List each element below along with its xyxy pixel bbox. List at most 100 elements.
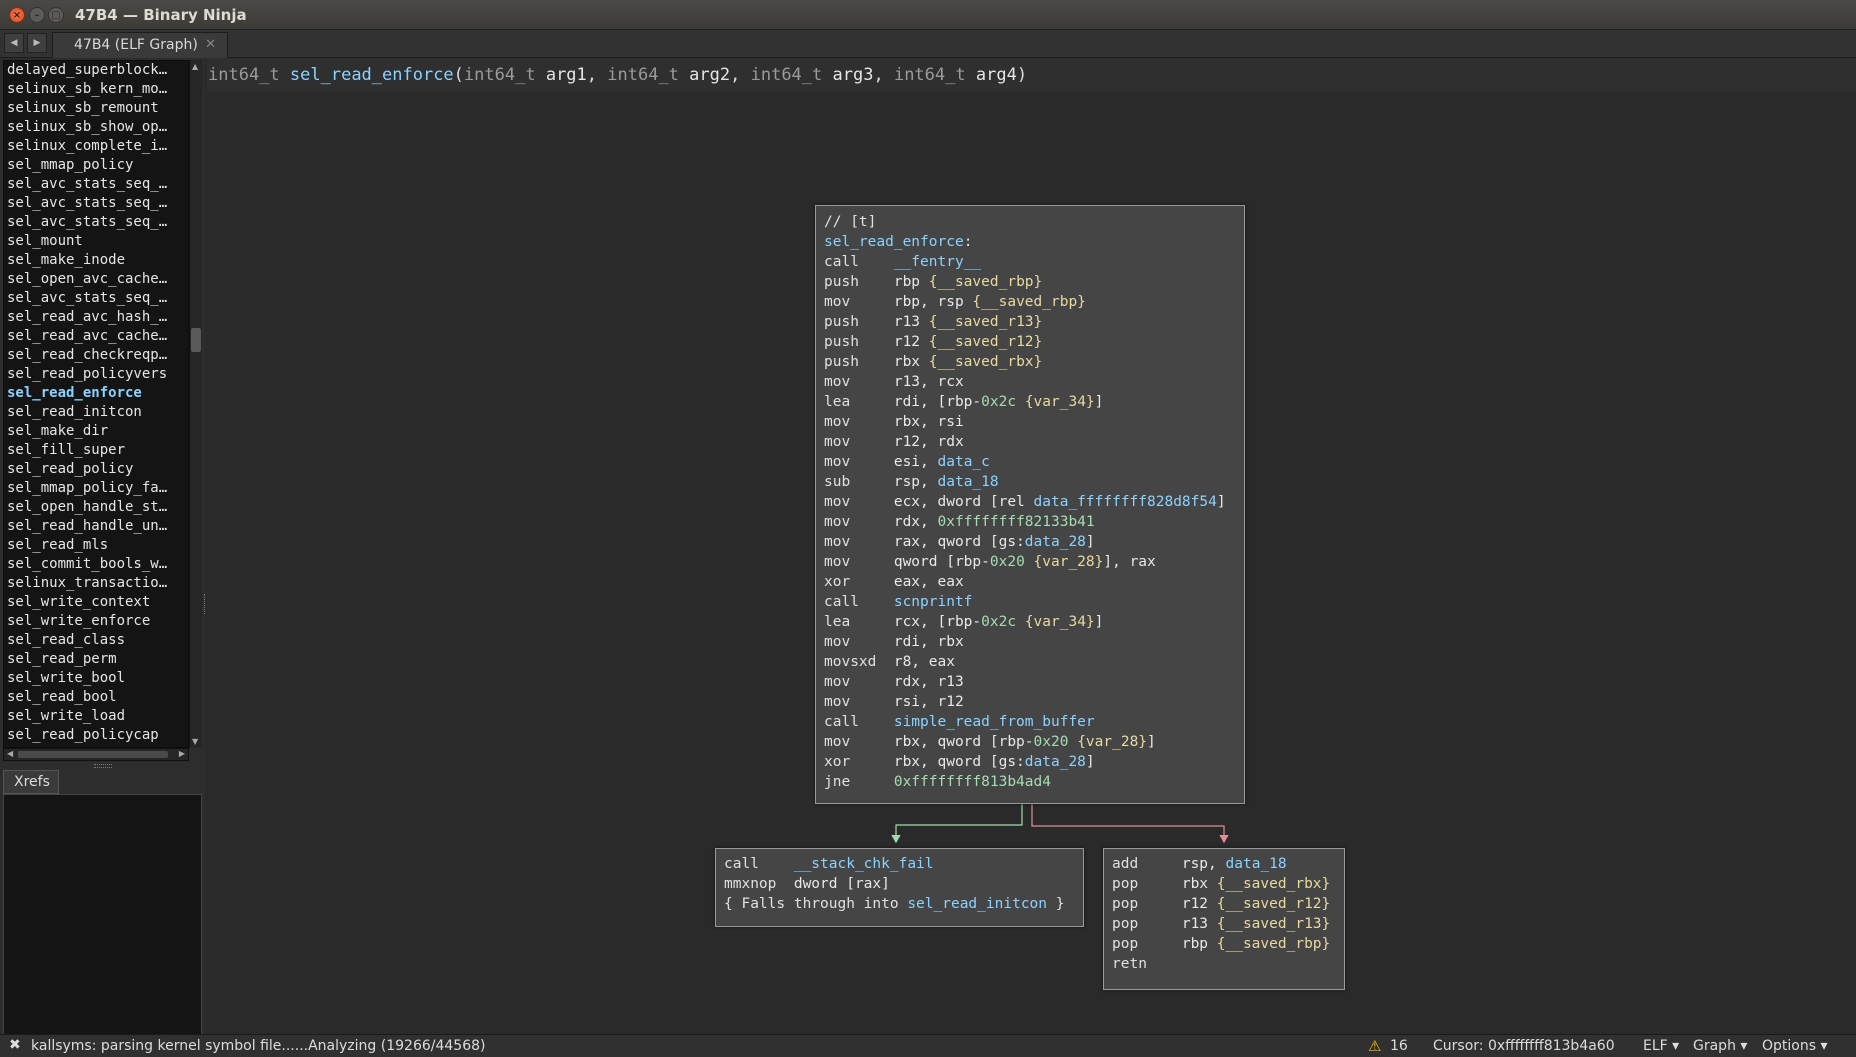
disassembly-token[interactable]: ecx, dword [rel (894, 494, 1034, 510)
disassembly-token[interactable]: rbx (1182, 876, 1217, 892)
disassembly-token[interactable]: rdi, [rbp- (894, 394, 981, 410)
disassembly-token[interactable]: __fentry__ (894, 254, 981, 270)
options-dropdown[interactable]: Options ▾ (1762, 1038, 1828, 1054)
warning-icon[interactable]: ⚠ (1368, 1037, 1381, 1055)
disassembly-line[interactable]: mov rdi, rbx (824, 632, 1244, 652)
disassembly-token[interactable] (1025, 554, 1034, 570)
basic-block-return[interactable]: add rsp, data_18 pop rbx {__saved_rbx} pop… (1103, 848, 1345, 990)
disassembly-line[interactable]: push r12 {__saved_r12} (824, 332, 1244, 352)
disassembly-token[interactable]: push (824, 314, 894, 330)
disassembly-line[interactable]: mov rsi, r12 (824, 692, 1244, 712)
disassembly-token[interactable]: call (824, 714, 894, 730)
disassembly-token[interactable]: xor (824, 754, 894, 770)
disassembly-line[interactable]: push r13 {__saved_r13} (824, 312, 1244, 332)
disassembly-token[interactable]: {__saved_r13} (929, 314, 1043, 330)
function-list-item[interactable]: selinux_transactio… (4, 574, 188, 593)
disassembly-token[interactable]: r13 (1182, 916, 1217, 932)
disassembly-token[interactable]: mov (824, 554, 894, 570)
disassembly-line[interactable]: movsxd r8, eax (824, 652, 1244, 672)
disassembly-token[interactable]: data_18 (1226, 856, 1287, 872)
disassembly-token[interactable]: {var_34} (1025, 394, 1095, 410)
disassembly-line[interactable]: mov rax, qword [gs:data_28] (824, 532, 1244, 552)
disassembly-token[interactable]: : (964, 234, 973, 250)
disassembly-token[interactable]: mmxnop (724, 876, 794, 892)
scroll-up-icon[interactable]: ▲ (192, 62, 198, 71)
disassembly-token[interactable]: mov (824, 634, 894, 650)
disassembly-token[interactable]: r12, rdx (894, 434, 964, 450)
function-list-item[interactable]: sel_read_bool (4, 688, 188, 707)
function-name[interactable]: sel_read_enforce (290, 65, 454, 85)
function-list-item[interactable]: sel_avc_stats_seq_… (4, 289, 188, 308)
function-list-item[interactable]: sel_open_handle_st… (4, 498, 188, 517)
disassembly-token[interactable]: add (1112, 856, 1182, 872)
close-icon[interactable]: × (9, 7, 25, 23)
basic-block-stack-fail[interactable]: call __stack_chk_fail mmxnop dword [rax]{… (715, 848, 1084, 927)
disassembly-token[interactable] (1016, 614, 1025, 630)
function-list-item[interactable]: sel_commit_bools_w… (4, 555, 188, 574)
disassembly-token[interactable]: xor (824, 574, 894, 590)
disassembly-token[interactable]: rdx, r13 (894, 674, 964, 690)
disassembly-token[interactable]: r8, eax (894, 654, 955, 670)
disassembly-token[interactable]: {var_28} (1077, 734, 1147, 750)
function-list-item[interactable]: sel_avc_stats_seq_… (4, 175, 188, 194)
disassembly-token[interactable]: r13 (894, 314, 929, 330)
disassembly-token[interactable]: // [t] (824, 214, 876, 230)
disassembly-token[interactable]: push (824, 354, 894, 370)
basic-block-entry[interactable]: // [t] sel_read_enforce: call __fentry__ pu… (815, 205, 1245, 804)
maximize-icon[interactable]: □ (48, 7, 64, 23)
disassembly-token[interactable]: rdx, (894, 514, 938, 530)
disassembly-token[interactable]: rsi, r12 (894, 694, 964, 710)
arg-name[interactable]: arg3 (833, 65, 874, 85)
arrow-left-icon[interactable]: ◀ (4, 33, 24, 53)
function-list-item[interactable]: sel_read_policyvers (4, 365, 188, 384)
disassembly-token[interactable]: mov (824, 434, 894, 450)
disassembly-line[interactable]: call __stack_chk_fail (724, 854, 1083, 874)
binary-view-dropdown[interactable]: ELF ▾ (1643, 1038, 1679, 1054)
disassembly-token[interactable]: rax, qword [gs: (894, 534, 1025, 550)
disassembly-token[interactable]: {var_28} (1034, 554, 1104, 570)
disassembly-token[interactable]: rbx, qword [rbp- (894, 734, 1034, 750)
disassembly-token[interactable]: push (824, 274, 894, 290)
disassembly-token[interactable]: r13, rcx (894, 374, 964, 390)
function-list-vscrollbar[interactable]: ▲ ▼ (189, 60, 202, 748)
tab-close-icon[interactable]: ✕ (205, 37, 216, 52)
disassembly-token[interactable]: rbp, rsp (894, 294, 973, 310)
disassembly-line[interactable]: mov esi, data_c (824, 452, 1244, 472)
function-list-item[interactable]: selinux_complete_i… (4, 137, 188, 156)
disassembly-line[interactable]: jne 0xffffffff813b4ad4 (824, 772, 1244, 792)
disassembly-line[interactable]: add rsp, data_18 (1112, 854, 1344, 874)
disassembly-line[interactable]: retn (1112, 954, 1344, 974)
scroll-left-icon[interactable]: ◀ (7, 749, 13, 758)
disassembly-token[interactable]: {__saved_r13} (1217, 916, 1331, 932)
disassembly-line[interactable]: lea rdi, [rbp-0x2c {var_34}] (824, 392, 1244, 412)
disassembly-line[interactable]: mov r13, rcx (824, 372, 1244, 392)
disassembly-line[interactable]: pop r12 {__saved_r12} (1112, 894, 1344, 914)
disassembly-token[interactable]: ] (1095, 394, 1104, 410)
function-list-item[interactable]: sel_read_avc_hash_… (4, 308, 188, 327)
disassembly-token[interactable]: data_28 (1025, 754, 1086, 770)
disassembly-token[interactable]: retn (1112, 956, 1147, 972)
disassembly-token[interactable] (1016, 394, 1025, 410)
disassembly-line[interactable]: mov rdx, r13 (824, 672, 1244, 692)
disassembly-token[interactable]: rbx (894, 354, 929, 370)
function-list-item[interactable]: sel_fill_super (4, 441, 188, 460)
disassembly-token[interactable]: 0xffffffff82133b41 (938, 514, 1095, 530)
disassembly-token[interactable]: sel_read_initcon (907, 896, 1047, 912)
disassembly-line[interactable]: lea rcx, [rbp-0x2c {var_34}] (824, 612, 1244, 632)
disassembly-token[interactable]: lea (824, 394, 894, 410)
disassembly-line[interactable]: mmxnop dword [rax] (724, 874, 1083, 894)
disassembly-token[interactable]: mov (824, 454, 894, 470)
disassembly-token[interactable]: {var_34} (1025, 614, 1095, 630)
function-list-item[interactable]: sel_read_perm (4, 650, 188, 669)
disassembly-token[interactable]: mov (824, 414, 894, 430)
disassembly-token[interactable]: qword [rbp- (894, 554, 990, 570)
disassembly-line[interactable]: push rbx {__saved_rbx} (824, 352, 1244, 372)
function-list-item[interactable]: sel_read_class (4, 631, 188, 650)
function-list-item[interactable]: sel_mmap_policy (4, 156, 188, 175)
disassembly-token[interactable]: ], rax (1103, 554, 1155, 570)
disassembly-line[interactable]: // [t] (824, 212, 1244, 232)
disassembly-line[interactable]: mov rdx, 0xffffffff82133b41 (824, 512, 1244, 532)
disassembly-line[interactable]: call __fentry__ (824, 252, 1244, 272)
function-list-item[interactable]: selinux_sb_remount (4, 99, 188, 118)
disassembly-token[interactable]: ] (1086, 534, 1095, 550)
